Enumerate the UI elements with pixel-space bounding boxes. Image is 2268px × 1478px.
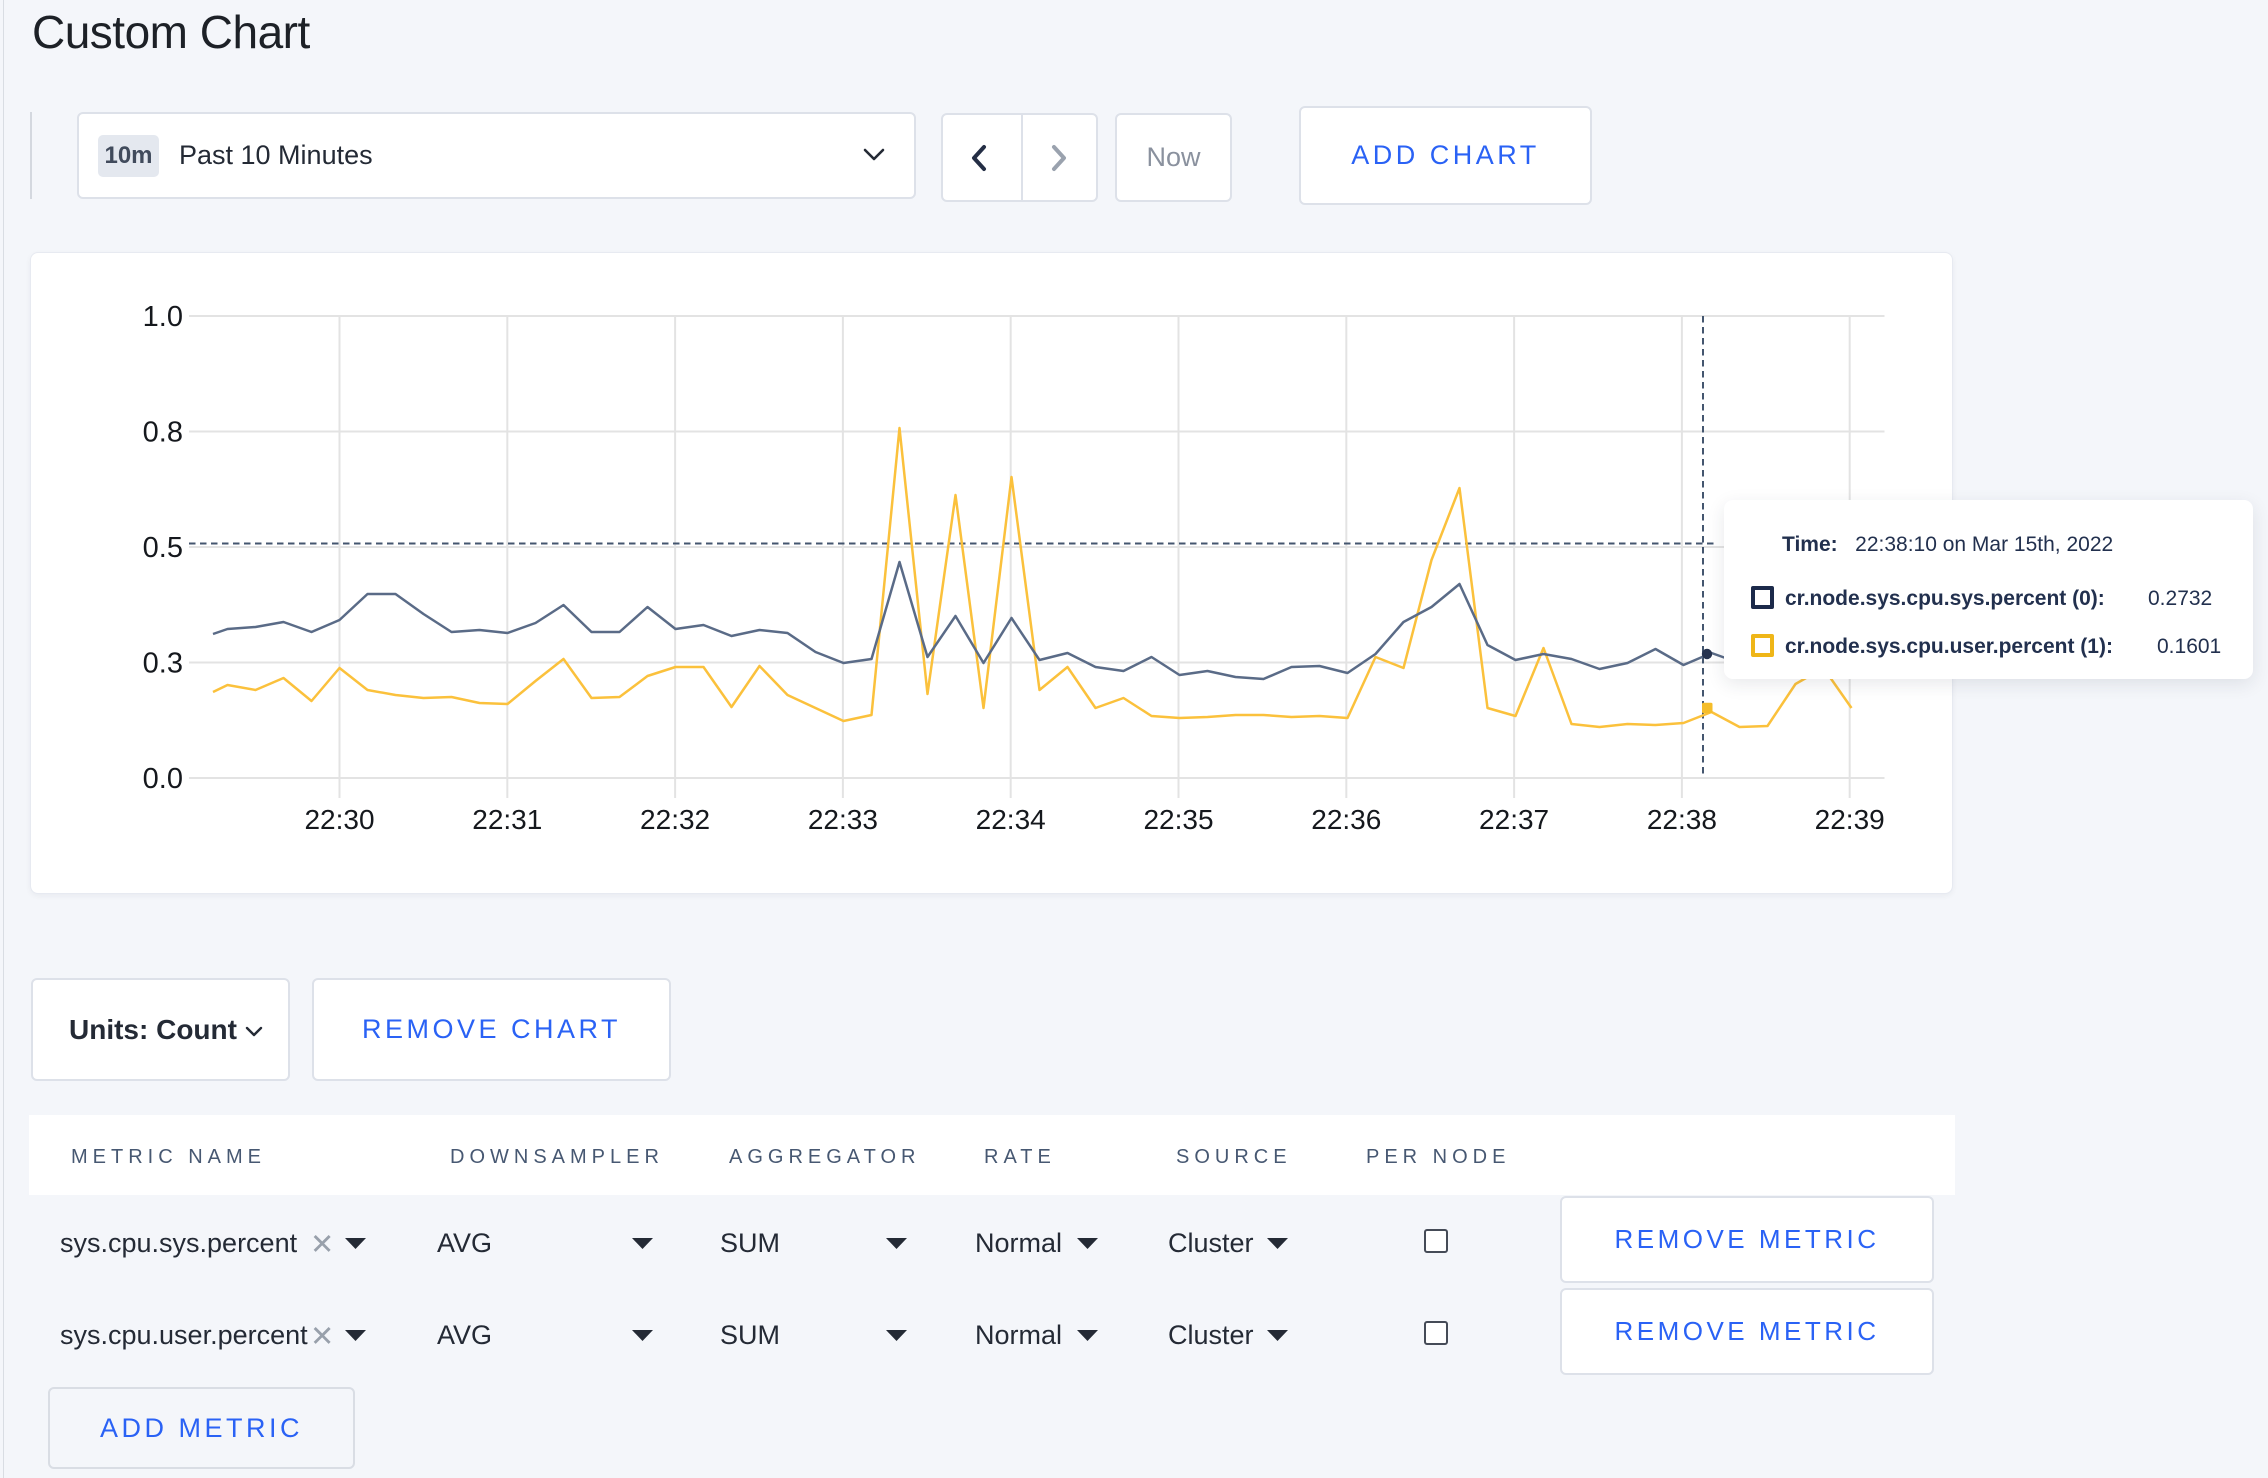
- svg-text:22:31: 22:31: [472, 804, 542, 835]
- svg-text:1.0: 1.0: [143, 301, 183, 333]
- svg-text:22:39: 22:39: [1815, 804, 1885, 835]
- svg-text:22:35: 22:35: [1143, 804, 1213, 835]
- svg-text:22:37: 22:37: [1479, 804, 1549, 835]
- svg-text:22:32: 22:32: [640, 804, 710, 835]
- svg-text:0.0: 0.0: [143, 763, 183, 795]
- svg-text:22:38: 22:38: [1647, 804, 1717, 835]
- svg-text:0.3: 0.3: [143, 648, 183, 680]
- svg-text:22:30: 22:30: [304, 804, 374, 835]
- svg-text:0.8: 0.8: [143, 417, 183, 449]
- svg-text:0.5: 0.5: [143, 532, 183, 564]
- svg-text:22:36: 22:36: [1311, 804, 1381, 835]
- svg-text:22:34: 22:34: [976, 804, 1046, 835]
- svg-text:22:33: 22:33: [808, 804, 878, 835]
